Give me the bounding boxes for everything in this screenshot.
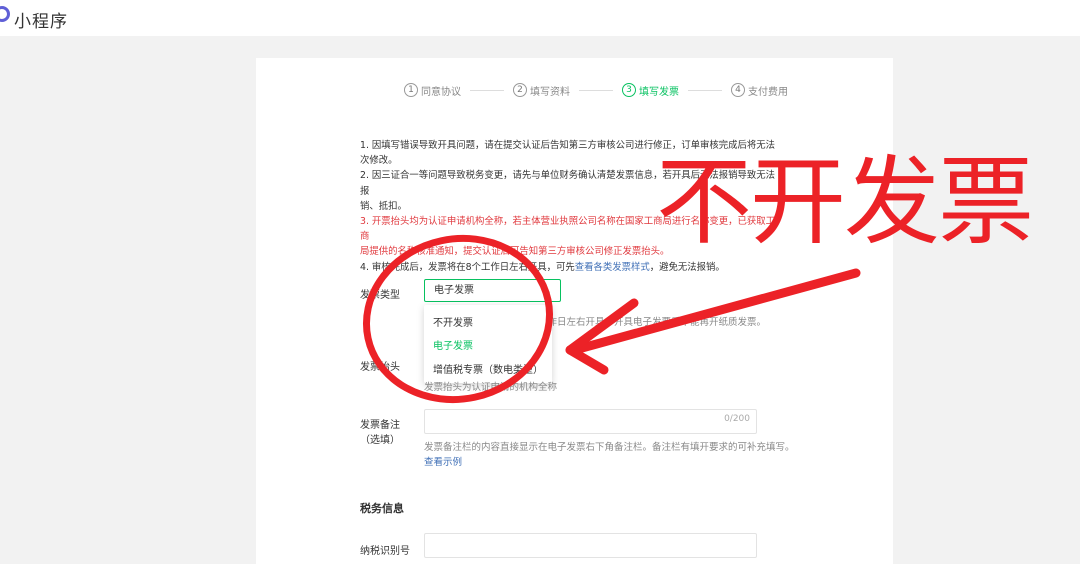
invoice-type-select[interactable]: 电子发票 ⌄ xyxy=(424,279,561,302)
invoice-remark-label: 发票备注 xyxy=(360,420,400,431)
app-title: 小程序 xyxy=(14,12,68,32)
tax-id-label: 纳税识别号 xyxy=(360,546,410,557)
step-number: 2 xyxy=(513,83,527,97)
step-label: 支付费用 xyxy=(748,86,788,98)
invoice-remark-hint: 发票备注栏的内容直接显示在电子发票右下角备注栏。备注栏有填开要求的可补充填写。 xyxy=(424,442,795,453)
invoice-remark-optional: （选填） xyxy=(360,435,400,446)
miniprogram-logo-icon xyxy=(0,6,10,22)
step-divider xyxy=(688,89,722,91)
invoice-title-hint: 发票抬头为认证申请的机构全称 xyxy=(424,382,558,393)
step-divider xyxy=(579,89,613,91)
note-4-tail: ，避免无法报销。 xyxy=(649,261,725,273)
step-fill-invoice: 3 填写发票 xyxy=(622,83,679,98)
invoice-type-label: 发票类型 xyxy=(360,290,400,301)
step-pay: 4 支付费用 xyxy=(731,83,788,98)
view-example-link[interactable]: 查看示例 xyxy=(424,454,462,468)
option-no-invoice[interactable]: 不开发票 xyxy=(433,314,473,329)
step-number: 1 xyxy=(404,83,418,97)
invoice-type-hint: 工作日左右开具，开具电子发票后不能再开纸质发票。 xyxy=(538,317,767,328)
annotation-text: 不开发票 xyxy=(656,146,1034,258)
step-label: 填写发票 xyxy=(639,86,679,98)
progress-steps: 1 同意协议 2 填写资料 3 填写发票 4 支付费用 xyxy=(404,80,788,100)
chevron-down-icon: ⌄ xyxy=(543,286,552,297)
invoice-title-label: 发票抬头 xyxy=(360,362,400,373)
invoice-style-link[interactable]: 查看各类发票样式 xyxy=(575,262,650,273)
invoice-remark-input[interactable]: 0/200 xyxy=(424,409,757,434)
tax-id-input[interactable] xyxy=(424,533,757,558)
option-electronic-invoice[interactable]: 电子发票 xyxy=(433,337,473,352)
step-label: 填写资料 xyxy=(530,86,570,98)
tax-info-title: 税务信息 xyxy=(360,502,404,515)
step-label: 同意协议 xyxy=(421,86,461,98)
step-number: 4 xyxy=(731,83,745,97)
remark-char-counter: 0/200 xyxy=(724,414,750,424)
step-agree: 1 同意协议 xyxy=(404,83,461,98)
step-divider xyxy=(470,89,504,91)
invoice-type-dropdown: 不开发票 电子发票 增值税专票（数电类型） xyxy=(424,305,552,383)
option-vat-special-invoice[interactable]: 增值税专票（数电类型） xyxy=(433,361,543,376)
step-number: 3 xyxy=(622,83,636,97)
invoice-type-value: 电子发票 xyxy=(434,285,474,296)
top-bar: 小程序 xyxy=(0,0,1080,36)
note-4-text: 4. 审核完成后，发票将在8个工作日左右开具，可先 xyxy=(360,261,575,273)
step-fill-info: 2 填写资料 xyxy=(513,83,570,98)
